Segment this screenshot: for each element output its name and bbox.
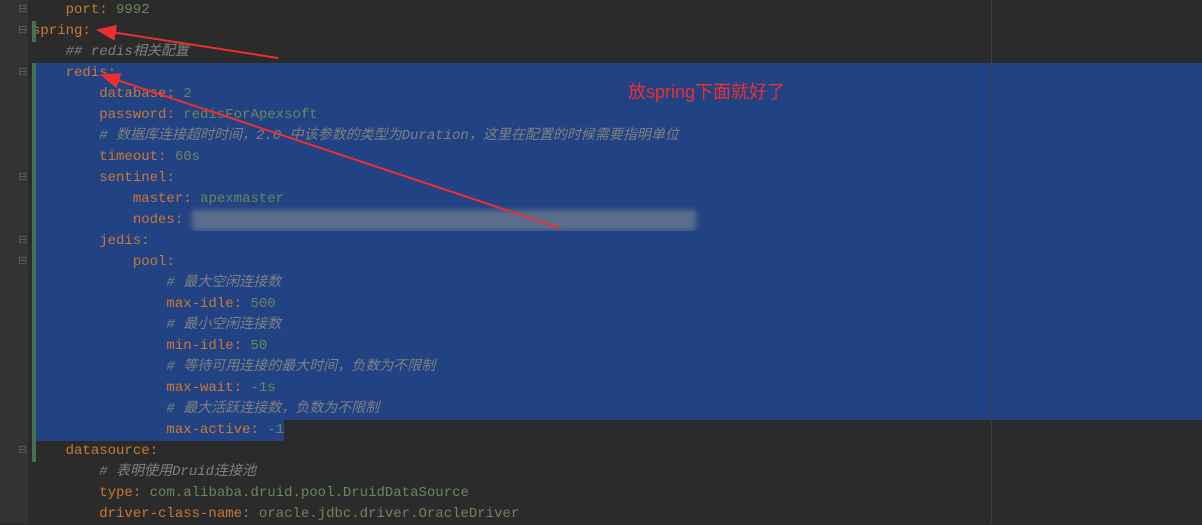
change-marker (32, 105, 36, 126)
change-marker (32, 21, 36, 42)
change-marker (32, 126, 36, 147)
change-marker (32, 378, 36, 399)
code-line[interactable]: spring: (32, 21, 1202, 42)
code-line[interactable]: # 最大活跃连接数，负数为不限制 (32, 399, 1202, 420)
change-marker (32, 252, 36, 273)
change-marker (32, 231, 36, 252)
fold-marker[interactable]: ⊟ (18, 69, 27, 78)
code-area[interactable]: port: 9992spring: ## redis相关配置 redis: da… (28, 0, 1202, 523)
change-marker (32, 63, 36, 84)
code-line[interactable]: port: 9992 (32, 0, 1202, 21)
change-marker (32, 168, 36, 189)
change-marker (32, 210, 36, 231)
code-line[interactable]: # 最小空闲连接数 (32, 315, 1202, 336)
fold-marker[interactable]: ⊟ (18, 174, 27, 183)
code-line[interactable]: jedis: (32, 231, 1202, 252)
code-line[interactable]: max-active: -1 (32, 420, 1202, 441)
code-line[interactable]: sentinel: (32, 168, 1202, 189)
code-line[interactable]: type: com.alibaba.druid.pool.DruidDataSo… (32, 483, 1202, 504)
change-marker (32, 336, 36, 357)
code-line[interactable]: max-idle: 500 (32, 294, 1202, 315)
right-margin-line (991, 0, 992, 523)
code-line[interactable]: master: apexmaster (32, 189, 1202, 210)
change-marker (32, 399, 36, 420)
code-line[interactable]: password: redisForApexsoft (32, 105, 1202, 126)
fold-marker[interactable]: ⊟ (18, 447, 27, 456)
code-line[interactable]: driver-class-name: oracle.jdbc.driver.Or… (32, 504, 1202, 525)
code-line[interactable]: timeout: 60s (32, 147, 1202, 168)
code-line[interactable]: redis: (32, 63, 1202, 84)
code-line[interactable]: datasource: (32, 441, 1202, 462)
code-line[interactable]: nodes: xxxxxxxxxxxxxxxxxxxxxxxxxxxxxxxxx… (32, 210, 1202, 231)
annotation-text: 放spring下面就好了 (628, 78, 785, 104)
fold-marker[interactable]: ⊟ (18, 237, 27, 246)
code-line[interactable]: ## redis相关配置 (32, 42, 1202, 63)
code-line[interactable]: # 数据库连接超时时间，2.0 中该参数的类型为Duration，这里在配置的时… (32, 126, 1202, 147)
code-line[interactable]: min-idle: 50 (32, 336, 1202, 357)
change-marker (32, 420, 36, 441)
code-line[interactable]: database: 2 (32, 84, 1202, 105)
code-line[interactable]: # 等待可用连接的最大时间，负数为不限制 (32, 357, 1202, 378)
change-marker (32, 315, 36, 336)
code-line[interactable]: pool: (32, 252, 1202, 273)
code-line[interactable]: max-wait: -1s (32, 378, 1202, 399)
code-line[interactable]: # 表明使用Druid连接池 (32, 462, 1202, 483)
fold-marker[interactable]: ⊟ (18, 27, 27, 36)
change-marker (32, 357, 36, 378)
change-marker (32, 147, 36, 168)
change-marker (32, 84, 36, 105)
change-marker (32, 294, 36, 315)
code-editor[interactable]: ⊟ ⊟ ⊟ ⊟ ⊟ ⊟ ⊟ port: 9992spring: ## redis相关配置 r… (0, 0, 1202, 523)
fold-marker[interactable]: ⊟ (18, 6, 27, 15)
code-line[interactable]: # 最大空闲连接数 (32, 273, 1202, 294)
fold-marker[interactable]: ⊟ (18, 258, 27, 267)
gutter: ⊟ ⊟ ⊟ ⊟ ⊟ ⊟ ⊟ (0, 0, 28, 523)
change-marker (32, 189, 36, 210)
change-marker (32, 441, 36, 462)
change-marker (32, 273, 36, 294)
